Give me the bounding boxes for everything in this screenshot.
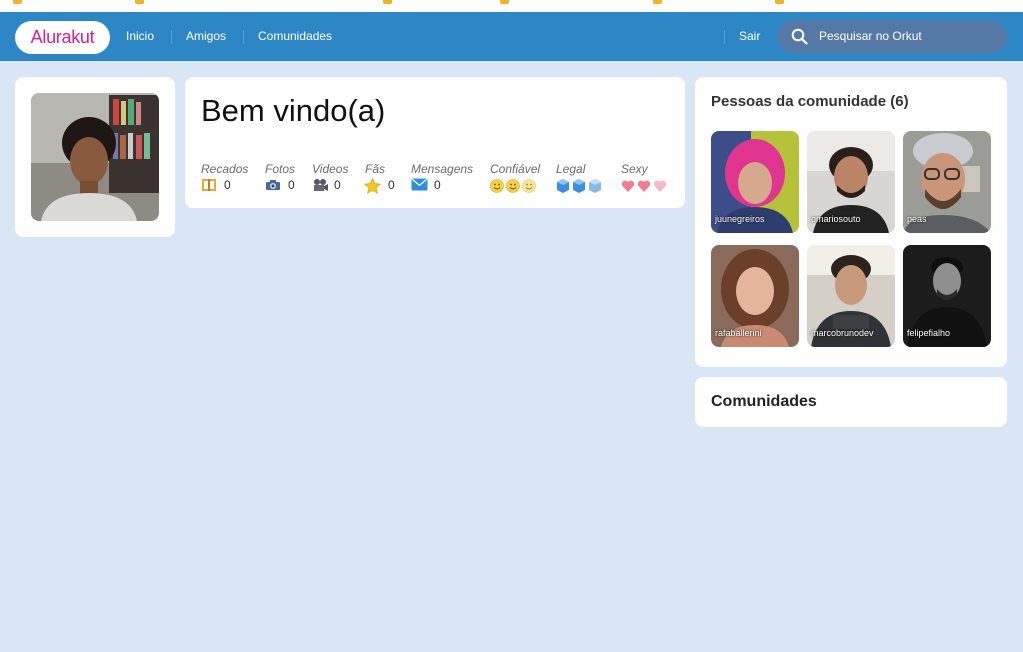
person-name: rafaballerini: [715, 328, 762, 338]
smiley-icon: [490, 179, 504, 193]
heart-icon: [637, 180, 651, 192]
ice-cube-icon-rating: [556, 178, 604, 199]
video-camera-icon: [312, 178, 328, 197]
stat-videos[interactable]: Videos 0: [312, 162, 349, 192]
nav-divider: [724, 30, 725, 44]
welcome-title: Bem vindo(a): [201, 93, 386, 128]
nav-link-amigos[interactable]: Amigos: [186, 12, 226, 61]
ice-cube-icon: [589, 179, 601, 193]
stat-sexy[interactable]: Sexy: [621, 162, 667, 192]
person-name: felipefialho: [907, 328, 951, 338]
stat-value: 0: [224, 178, 231, 192]
person-card[interactable]: rafaballerini: [711, 245, 799, 347]
person-name: juunegreiros: [715, 214, 765, 224]
nav-link-inicio[interactable]: Inicio: [126, 12, 154, 61]
search-input[interactable]: Pesquisar no Orkut: [777, 20, 1007, 53]
star-icon: [363, 177, 382, 199]
stat-label: Videos: [312, 162, 349, 176]
profile-sidebar: [15, 77, 175, 237]
person-card[interactable]: marcobrunodev: [807, 245, 895, 347]
nav-divider: [171, 30, 172, 44]
community-people-panel: Pessoas da comunidade (6) juunegreiros o…: [695, 77, 1007, 367]
camera-icon: [265, 178, 281, 197]
bookmark-folder-icon[interactable]: [500, 0, 509, 4]
person-name: marcobrunodev: [811, 328, 874, 338]
bookmarks-bar: [0, 0, 1023, 12]
stat-value: 0: [388, 178, 395, 192]
stat-legal[interactable]: Legal: [556, 162, 601, 193]
envelope-icon: [411, 178, 428, 196]
person-name: omariosouto: [811, 214, 861, 224]
bookmark-folder-icon[interactable]: [383, 0, 392, 4]
communities-panel: Comunidades: [695, 377, 1007, 427]
profile-avatar[interactable]: [31, 93, 159, 221]
heart-icon-rating: [621, 178, 669, 199]
stat-label: Confiável: [490, 162, 541, 176]
stat-mensagens[interactable]: Mensagens 0: [411, 162, 474, 192]
logout-link[interactable]: Sair: [739, 12, 760, 61]
stat-value: 0: [334, 178, 341, 192]
community-people-title: Pessoas da comunidade (6): [711, 93, 909, 110]
stat-confiavel[interactable]: Confiável: [490, 162, 541, 193]
search-placeholder: Pesquisar no Orkut: [819, 29, 922, 43]
stat-label: Sexy: [621, 162, 648, 176]
search-icon: [791, 28, 808, 45]
bookmark-folder-icon[interactable]: [653, 0, 662, 4]
smiley-icon-rating: [490, 178, 538, 199]
stat-label: Legal: [556, 162, 586, 176]
bookmark-folder-icon[interactable]: [135, 0, 144, 4]
person-card[interactable]: felipefialho: [903, 245, 991, 347]
top-menu: Alurakut Inicio Amigos Comunidades Sair …: [0, 12, 1023, 61]
stat-recados[interactable]: Recados 0: [201, 162, 249, 192]
stat-label: Fãs: [365, 162, 386, 176]
person-name: peas: [907, 214, 927, 224]
nav-divider: [243, 30, 244, 44]
person-card[interactable]: omariosouto: [807, 131, 895, 233]
alurakut-logo[interactable]: Alurakut: [15, 21, 110, 54]
smiley-icon: [506, 179, 520, 193]
stat-fotos[interactable]: Fotos 0: [265, 162, 296, 192]
stat-value: 0: [288, 178, 295, 192]
notebook-icon: [201, 178, 217, 197]
heart-icon: [653, 180, 667, 192]
heart-icon: [621, 180, 635, 192]
nav-link-comunidades[interactable]: Comunidades: [258, 12, 332, 61]
stat-value: 0: [434, 178, 441, 192]
bookmark-folder-icon[interactable]: [13, 0, 22, 4]
person-card[interactable]: peas: [903, 131, 991, 233]
ice-cube-icon: [573, 179, 585, 193]
stat-label: Recados: [201, 162, 249, 176]
welcome-panel: Bem vindo(a) Recados 0 Fotos 0 Videos 0 …: [185, 77, 685, 208]
person-card[interactable]: juunegreiros: [711, 131, 799, 233]
stat-label: Fotos: [265, 162, 296, 176]
bookmark-folder-icon[interactable]: [775, 0, 784, 4]
ice-cube-icon: [557, 179, 569, 193]
stat-fas[interactable]: Fãs 0: [363, 162, 395, 194]
smiley-icon: [522, 179, 536, 193]
stat-label: Mensagens: [411, 162, 474, 176]
communities-title: Comunidades: [711, 393, 817, 410]
